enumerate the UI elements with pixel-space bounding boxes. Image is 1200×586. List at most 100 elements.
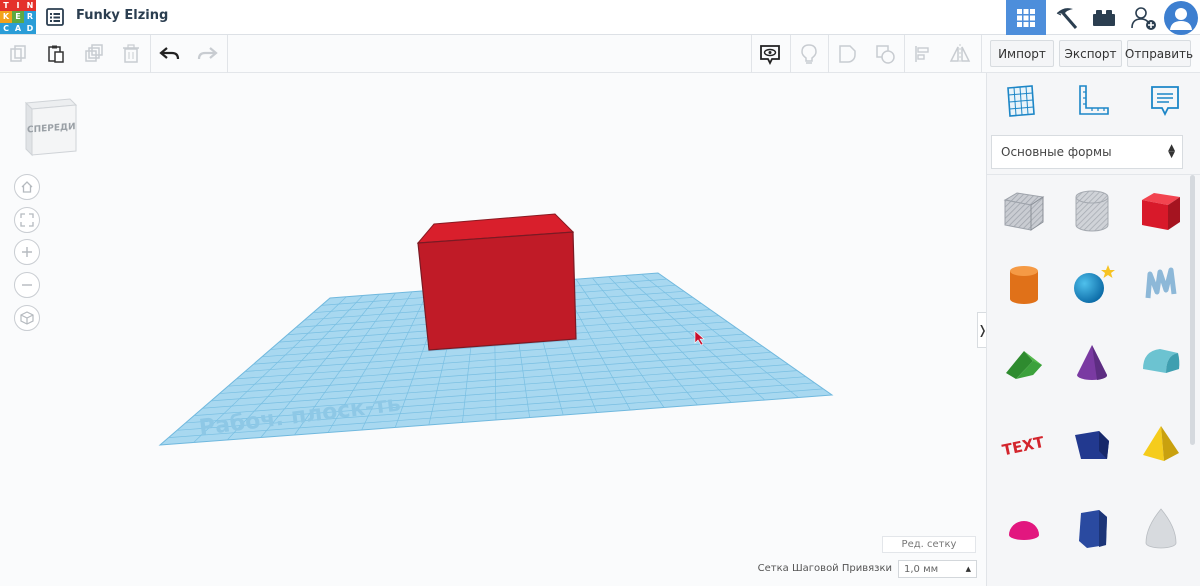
designs-list-icon[interactable]	[44, 6, 66, 28]
light-bulb-icon	[801, 44, 817, 64]
shape-paraboloid[interactable]	[1136, 503, 1186, 553]
pyramid-icon	[1143, 426, 1179, 461]
shape-text[interactable]: TEXT	[999, 419, 1049, 469]
tinkercad-logo[interactable]: TINKERCAD	[0, 0, 36, 34]
shape-roof[interactable]	[999, 337, 1049, 387]
toolbar: Импорт Экспорт Отправить	[0, 35, 1200, 73]
shape-sphere[interactable]	[1067, 260, 1117, 310]
3d-design-tab[interactable]	[1006, 0, 1046, 35]
project-title[interactable]: Funky Elzing	[76, 8, 168, 23]
wedge-icon	[1075, 431, 1109, 459]
red-box[interactable]	[416, 213, 577, 351]
cylinder-icon	[1010, 266, 1038, 304]
user-avatar[interactable]	[1162, 0, 1200, 35]
zoom-in-button[interactable]	[14, 239, 40, 265]
scribble-icon	[1145, 267, 1177, 299]
mirror-icon	[949, 44, 971, 64]
duplicate-icon	[85, 44, 103, 62]
3d-viewport[interactable]: Рабоч. плоск-ть СПЕРЕДИ Ред. сетку Сетка…	[0, 73, 986, 586]
shape-wedge[interactable]	[1067, 419, 1117, 469]
shape-cone[interactable]	[1067, 337, 1117, 387]
ungroup-button[interactable]	[871, 40, 899, 68]
polygon-icon	[1079, 510, 1107, 548]
shape-pyramid[interactable]	[1136, 419, 1186, 469]
fit-all-button[interactable]	[14, 207, 40, 233]
align-icon	[915, 46, 929, 62]
zoom-out-button[interactable]	[14, 272, 40, 298]
sphere-icon	[1074, 265, 1115, 303]
logo-letter: N	[24, 0, 36, 12]
shape-box[interactable]	[1136, 186, 1186, 236]
top-bar: TINKERCAD Funky Elzing	[0, 0, 1200, 35]
workplane-button[interactable]	[1003, 83, 1039, 119]
box-icon	[1142, 193, 1180, 230]
avatar-icon	[1164, 0, 1198, 35]
pickaxe-icon	[1056, 7, 1078, 29]
redo-button[interactable]	[193, 40, 221, 68]
grid-icon	[1017, 8, 1035, 27]
half-sphere-icon	[1009, 521, 1039, 540]
paste-button[interactable]	[42, 40, 70, 68]
copy-button[interactable]	[4, 40, 32, 68]
logo-letter: K	[0, 11, 12, 23]
logo-letter: A	[12, 22, 24, 34]
light-bulb-button[interactable]	[795, 40, 823, 68]
notes-icon	[1151, 86, 1179, 117]
ruler-button[interactable]	[1075, 83, 1111, 119]
home-view-button[interactable]	[14, 174, 40, 200]
perspective-icon	[20, 311, 34, 325]
shape-cylinder[interactable]	[999, 260, 1049, 310]
panel-scrollbar[interactable]	[1190, 175, 1195, 445]
delete-button[interactable]	[117, 40, 145, 68]
notes-visibility-icon	[760, 45, 780, 65]
ruler-icon	[1079, 85, 1109, 115]
shape-box-hole[interactable]	[999, 186, 1049, 236]
notes-visibility-button[interactable]	[756, 40, 784, 68]
shape-category-select[interactable]: Основные формы ▲ ▼	[991, 135, 1183, 169]
svg-text:TEXT: TEXT	[1001, 433, 1047, 460]
zoom-in-icon	[22, 247, 32, 257]
align-button[interactable]	[909, 40, 937, 68]
group-button[interactable]	[834, 40, 862, 68]
logo-letter: I	[12, 0, 24, 12]
duplicate-button[interactable]	[80, 40, 108, 68]
shape-round-roof[interactable]	[1136, 337, 1186, 387]
logo-letter: C	[0, 22, 12, 34]
undo-button[interactable]	[156, 40, 184, 68]
shape-half-sphere[interactable]	[999, 503, 1049, 553]
shapes-panel: Основные формы ▲ ▼ TEXT	[986, 73, 1200, 586]
shape-scribble[interactable]	[1136, 260, 1186, 310]
logo-letter: D	[24, 22, 36, 34]
box-hole-icon	[1003, 192, 1045, 231]
perspective-button[interactable]	[14, 305, 40, 331]
ungroup-icon	[876, 45, 895, 64]
export-button[interactable]: Экспорт	[1059, 40, 1122, 67]
shape-category-value: Основные формы	[1001, 145, 1112, 159]
send-button[interactable]: Отправить	[1125, 40, 1193, 67]
workplane-icon	[1007, 85, 1035, 117]
logo-letter: R	[24, 11, 36, 23]
circuits-tab[interactable]	[1046, 0, 1086, 35]
round-roof-icon	[1143, 349, 1180, 373]
brick-icon	[1093, 9, 1115, 26]
snap-grid-label: Сетка Шаговой Привязки	[757, 563, 892, 574]
redo-icon	[197, 47, 218, 60]
home-icon	[21, 181, 33, 193]
text-icon: TEXT	[1001, 433, 1047, 460]
invite-user-button[interactable]	[1124, 0, 1164, 35]
caret-down-icon: ▲	[965, 565, 971, 573]
logo-letter: E	[12, 11, 24, 23]
scene-canvas[interactable]: Рабоч. плоск-ть	[0, 73, 986, 586]
edit-grid-button[interactable]: Ред. сетку	[882, 536, 976, 553]
fit-all-icon	[20, 213, 34, 227]
star-icon	[1101, 265, 1115, 278]
notes-button[interactable]	[1147, 83, 1183, 119]
mirror-button[interactable]	[946, 40, 974, 68]
group-icon	[839, 45, 856, 63]
bricks-tab[interactable]	[1084, 0, 1124, 35]
snap-grid-select[interactable]: 1,0 мм ▲	[898, 560, 977, 578]
add-user-icon	[1131, 6, 1156, 30]
shape-polygon[interactable]	[1067, 503, 1117, 553]
import-button[interactable]: Импорт	[990, 40, 1054, 67]
shape-cylinder-hole[interactable]	[1067, 186, 1117, 236]
